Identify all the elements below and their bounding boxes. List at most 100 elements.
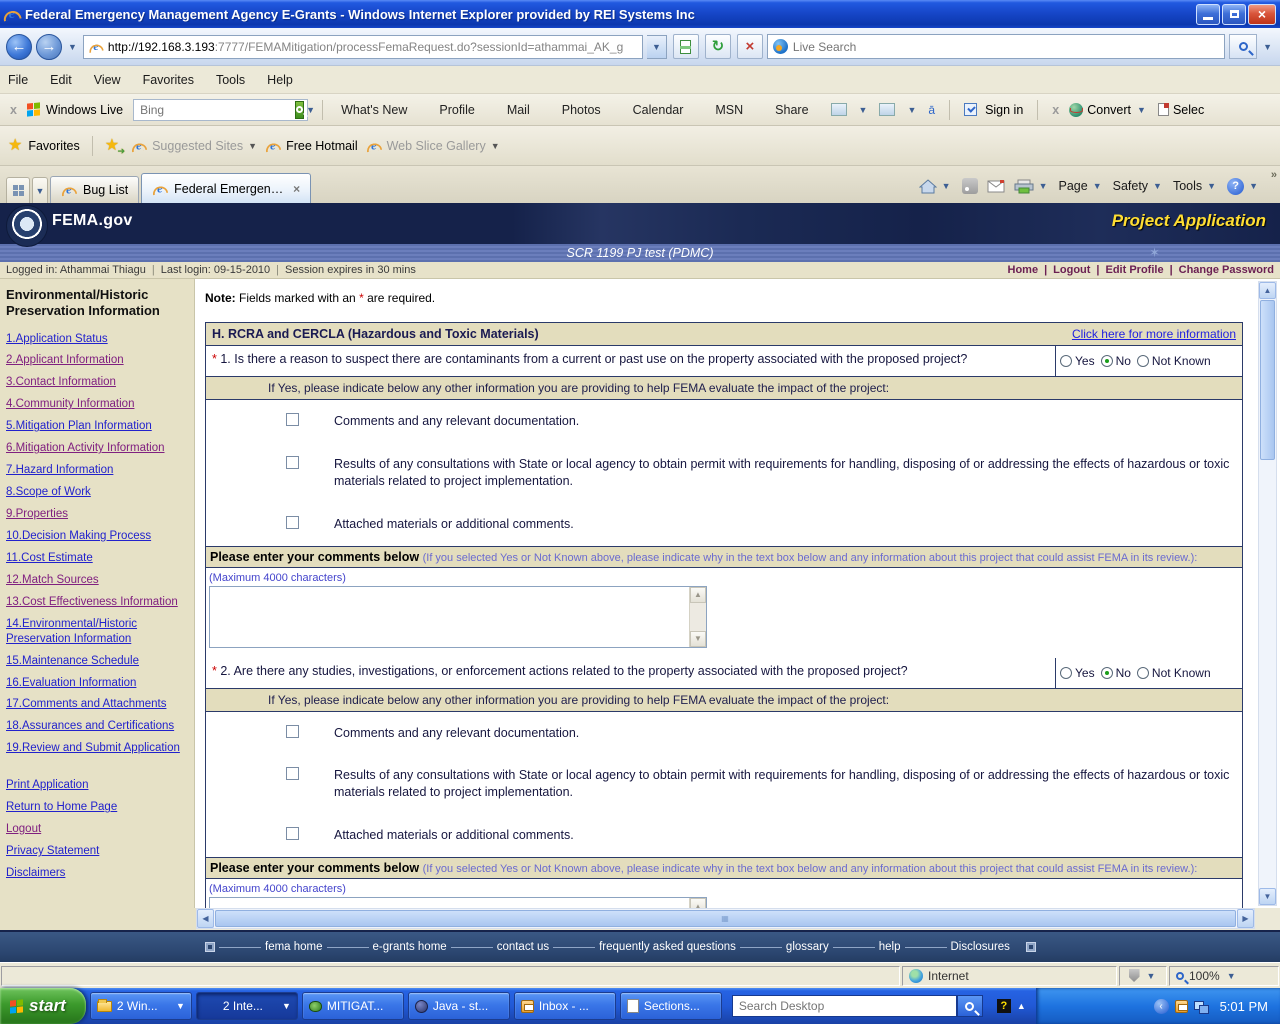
session-link[interactable]: Change Password [1170,264,1274,276]
sidebar-item[interactable]: 13.Cost Effectiveness Information [6,595,188,610]
scroll-down-icon[interactable]: ▼ [1259,888,1276,905]
favorites-bar-item[interactable]: e Suggested Sites ▼ [127,138,261,154]
textarea-scrollbar[interactable]: ▲ ▼ [689,898,706,908]
footer-link[interactable]: help [829,941,901,953]
favorites-button[interactable]: ★ Favorites [8,137,80,154]
history-dropdown-icon[interactable]: ▼ [66,42,79,52]
sidebar-item[interactable]: 10.Decision Making Process [6,529,188,544]
taskbar-task-button[interactable]: 2 Inte... ▼ [195,992,298,1020]
checkbox[interactable] [286,515,299,529]
url-field[interactable]: e http://192.168.3.193:7777/FEMAMitigati… [82,34,643,59]
footer-link[interactable]: Disclosures [901,941,1010,953]
session-link[interactable]: Edit Profile [1096,264,1164,276]
menu-item[interactable]: Tools [216,73,245,87]
convert-button[interactable]: Convert ▼ [1069,102,1148,117]
horizontal-scrollbar[interactable]: ◀ ▦ ▶ [196,908,1255,929]
chevron-down-icon[interactable]: ▼ [905,105,918,115]
safety-menu-button[interactable]: Safety ▼ [1113,179,1164,193]
scrollbar-thumb[interactable] [1260,300,1275,460]
session-link[interactable]: Home [1008,264,1039,276]
sidebar-item[interactable]: 5.Mitigation Plan Information [6,419,188,434]
radio-option[interactable]: No [1100,354,1131,368]
tools-menu-button[interactable]: Tools ▼ [1173,179,1218,193]
stop-button[interactable]: × [736,34,763,59]
live-toolbar-link[interactable]: Share [771,103,812,117]
tab-federal-emergency[interactable]: e Federal Emergenc... × [141,173,312,203]
taskbar-task-button[interactable]: 2 Win... ▼ [89,992,192,1020]
checkbox[interactable] [286,413,299,426]
sidebar-item[interactable]: 14.Environmental/Historic Preservation I… [6,617,188,647]
live-toolbar-link[interactable]: Mail [503,103,534,117]
radio-option[interactable]: Not Known [1136,666,1211,680]
sidebar-item[interactable]: 1.Application Status [6,332,188,347]
menu-item[interactable]: Edit [50,73,72,87]
help-button[interactable]: ? ▼ [1227,177,1260,195]
compatibility-view-button[interactable] [672,34,699,59]
sidebar-item[interactable]: 9.Properties [6,507,188,522]
sign-in-button[interactable]: Sign in [964,103,1023,117]
add-favorite-icon[interactable]: ★ [105,137,126,156]
close-button[interactable]: × [1248,3,1276,25]
sidebar-extra-item[interactable]: Privacy Statement [6,844,188,859]
favorites-bar-item[interactable]: e Free Hotmail ▼ [261,138,362,154]
sidebar-extra-item[interactable]: Disclaimers [6,866,188,881]
bing-search-input[interactable] [140,102,296,117]
taskbar-task-button[interactable]: Sections... ▼ [619,992,722,1020]
sidebar-extra-item[interactable]: Print Application [6,778,188,793]
minimize-button[interactable] [1196,3,1220,25]
home-button[interactable]: ▼ [918,178,953,194]
footer-link[interactable]: fema home [215,941,323,953]
radio-option[interactable]: Yes [1060,354,1095,368]
sidebar-extra-item[interactable]: Return to Home Page [6,800,188,815]
live-toolbar-link[interactable]: Calendar [629,103,688,117]
live-search-box[interactable] [766,34,1226,59]
restore-button[interactable] [1222,3,1246,25]
protected-mode-button[interactable]: ▼ [1119,965,1167,986]
hide-icons-button[interactable]: ‹ [1153,998,1169,1014]
read-mail-button[interactable] [987,179,1005,193]
layout-icon[interactable] [879,103,896,116]
bing-go-button[interactable] [295,100,305,119]
chevron-down-icon[interactable]: ▼ [857,105,870,115]
taskbar-task-button[interactable]: MITIGAT... ▼ [301,992,404,1020]
help-tray-icon[interactable]: ? [996,999,1011,1013]
translate-icon[interactable]: ā [928,103,935,117]
radio-button-icon[interactable] [1100,666,1113,679]
sidebar-item[interactable]: 16.Evaluation Information [6,676,188,691]
rss-feeds-icon[interactable] [961,178,978,194]
more-information-link[interactable]: Click here for more information [1072,327,1236,341]
radio-button-icon[interactable] [1136,355,1149,367]
comments-textarea[interactable]: ▲ ▼ [209,897,707,908]
menu-item[interactable]: File [8,73,28,87]
scroll-up-icon[interactable]: ▲ [690,586,706,603]
sidebar-item[interactable]: 15.Maintenance Schedule [6,654,188,669]
menu-item[interactable]: Favorites [143,73,194,87]
tab-close-icon[interactable]: × [293,182,300,196]
sidebar-item[interactable]: 2.Applicant Information [6,353,188,368]
textarea-scrollbar[interactable]: ▲ ▼ [689,586,706,647]
outlook-tray-icon[interactable] [1174,999,1188,1013]
sidebar-item[interactable]: 8.Scope of Work [6,485,188,500]
scroll-down-icon[interactable]: ▼ [690,630,706,647]
scrollbar-track[interactable] [1259,461,1276,888]
checkbox[interactable] [286,767,299,781]
search-desktop-input[interactable] [731,995,957,1017]
sidebar-item[interactable]: 3.Contact Information [6,375,188,390]
print-button[interactable]: ▼ [1014,179,1050,194]
search-desktop-button[interactable] [956,995,983,1017]
scroll-left-icon[interactable]: ◀ [197,909,214,928]
sidebar-item[interactable]: 6.Mitigation Activity Information [6,441,188,456]
radio-option[interactable]: Not Known [1136,354,1211,368]
places-icon[interactable] [830,103,847,116]
tab-bug-list[interactable]: e Bug List [50,176,140,203]
scrollbar-thumb[interactable]: ▦ [215,910,1236,927]
menu-item[interactable]: Help [267,73,293,87]
bing-search-box[interactable]: ▼ [133,98,315,121]
bing-dropdown-icon[interactable]: ▼ [304,105,317,115]
network-tray-icon[interactable] [1193,1000,1209,1014]
live-toolbar-link[interactable]: Photos [558,103,605,117]
menu-item[interactable]: View [94,73,121,87]
sidebar-item[interactable]: 19.Review and Submit Application [6,741,188,756]
comments-textarea[interactable]: ▲ ▼ [209,585,707,648]
checkbox[interactable] [286,724,299,738]
